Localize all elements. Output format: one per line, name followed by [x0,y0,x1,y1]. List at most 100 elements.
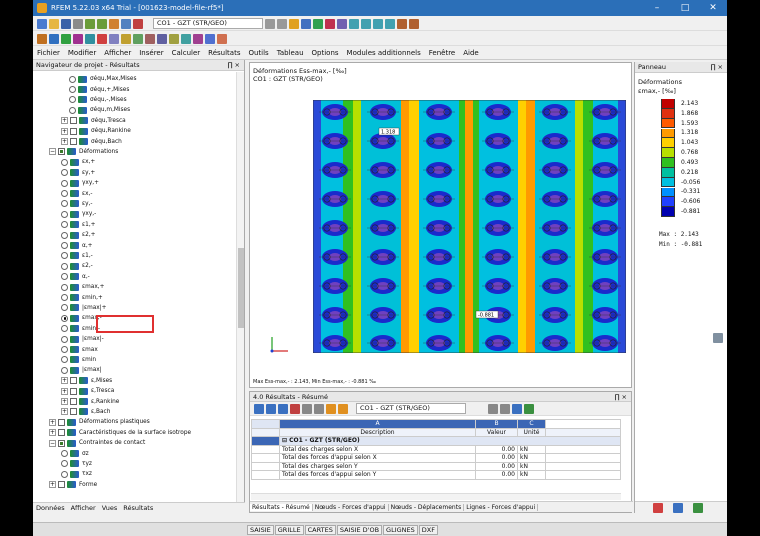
radio-button[interactable] [61,273,68,281]
display-icon[interactable] [133,18,143,29]
values-icon[interactable] [301,18,311,29]
table-row[interactable]: Total des charges selon Y 0.00 kN [251,461,621,471]
calculate-icon[interactable] [109,18,119,29]
checkbox[interactable] [58,429,65,437]
radio-button[interactable] [61,335,68,343]
menu-window[interactable]: Fenêtre [429,49,455,57]
comment-icon[interactable] [181,33,191,44]
panel-colors-icon[interactable] [653,502,663,513]
radio-button[interactable] [61,450,68,458]
undo-icon[interactable] [85,18,95,29]
panel-filter-icon[interactable] [693,502,703,513]
tree-item[interactable]: τyz [61,459,92,469]
save-icon[interactable] [61,18,71,29]
load-icon[interactable] [97,33,107,44]
snap-icon[interactable] [157,33,167,44]
next-table-icon[interactable] [314,403,324,414]
redo-icon[interactable] [97,18,107,29]
tree-item[interactable]: + σéqu,Tresca [61,116,126,126]
close-icon[interactable]: ✕ [699,0,727,16]
radio-button[interactable] [69,106,76,114]
results-excel-icon[interactable] [524,403,534,414]
tree-item[interactable]: εmin [61,355,96,365]
tab-results[interactable]: Résultats [123,504,153,512]
menu-help[interactable]: Aide [463,49,478,57]
tree-item[interactable]: ε1,+ [61,220,96,230]
radio-button[interactable] [61,304,68,312]
checkbox[interactable] [70,117,77,125]
status-dxf[interactable]: DXF [418,524,438,535]
menu-view[interactable]: Afficher [104,49,131,57]
radio-button[interactable] [69,75,76,83]
color-scale-icon[interactable] [326,403,336,414]
hinge-icon[interactable] [121,33,131,44]
radio-button[interactable] [61,158,68,166]
menu-options[interactable]: Options [312,49,339,57]
tree-item[interactable]: − Déformations [49,147,118,157]
radio-button[interactable] [61,366,68,374]
print-icon[interactable] [73,18,83,29]
table-row[interactable]: Total des forces d'appui selon X 0.00 kN [251,453,621,463]
tab-lines-support-forces[interactable]: Lignes - Forces d'appui [464,503,539,511]
pin-icon[interactable]: ∏ × [228,60,240,71]
tree-item[interactable]: + ε,Bach [61,407,110,417]
panel-pin-icon[interactable]: ∏ × [711,62,723,73]
table-row[interactable]: Total des forces d'appui selon Y 0.00 kN [251,470,621,480]
radio-button[interactable] [61,346,68,354]
tree-item[interactable]: + ε,Tresca [61,386,114,396]
line-icon[interactable] [49,33,59,44]
previous-loadcase-icon[interactable] [265,18,275,29]
model-view[interactable]: Déformations Ess-max,- [‰] CO1 : GZT (ST… [249,62,632,388]
radio-button[interactable] [61,169,68,177]
radio-button[interactable] [61,200,68,208]
tree-item[interactable]: εmax,+ [61,282,104,292]
tree-item[interactable]: |εmax|+ [61,303,107,313]
relations-icon[interactable] [338,403,348,414]
expand-icon[interactable]: + [61,377,68,385]
view-x-icon[interactable] [349,18,359,29]
loadcase-select[interactable]: CO1 - GZT (STR/GEO) [153,18,263,29]
next-loadcase-icon[interactable] [277,18,287,29]
tree-item[interactable]: σéqu,+,Mises [69,84,129,94]
tree-item[interactable]: + ε,Rankine [61,396,119,406]
deformation-icon[interactable] [313,18,323,29]
open-folder-icon[interactable] [49,18,59,29]
status-grid[interactable]: GRILLE [274,524,304,535]
tree-item[interactable]: σéqu,m,Mises [69,105,130,115]
tree-item[interactable]: + Forme [49,480,97,490]
tab-nodes-support-forces[interactable]: Nœuds - Forces d'appui [313,503,389,511]
panel-factors-icon[interactable] [673,502,683,513]
graph-icon[interactable] [290,403,300,414]
results-prev-icon[interactable] [488,403,498,414]
results-settings-icon[interactable] [512,403,522,414]
navigator-scrollbar[interactable] [236,72,244,502]
checkbox[interactable] [70,138,77,146]
menu-table[interactable]: Tableau [277,49,304,57]
zoom-all-icon[interactable] [409,18,419,29]
status-snap[interactable]: SAISIE [247,524,274,535]
export-icon[interactable] [278,403,288,414]
new-file-icon[interactable] [37,18,47,29]
view-y-icon[interactable] [361,18,371,29]
tree-item[interactable]: τxz [61,469,92,479]
tree-item[interactable]: εy,+ [61,168,95,178]
menu-insert[interactable]: Insérer [139,49,163,57]
expand-icon[interactable]: + [49,418,56,426]
view-z-icon[interactable] [373,18,383,29]
zoom-icon[interactable] [397,18,407,29]
tree-item[interactable]: α,+ [61,240,93,250]
radio-button[interactable] [61,210,68,218]
tree-item[interactable]: + ε,Mises [61,376,112,386]
tree-item[interactable]: ε1,- [61,251,93,261]
checkbox[interactable] [58,439,65,447]
results-close-icon[interactable]: ∏ × [615,392,627,402]
deformation-contour-plot[interactable]: 1.318 -0.881 [313,100,626,353]
tab-nodes-displacements[interactable]: Nœuds - Déplacements [389,503,465,511]
radio-button[interactable] [61,325,68,333]
tree-item[interactable]: εy,- [61,199,93,209]
expand-icon[interactable]: + [61,408,68,416]
radio-button[interactable] [61,294,68,302]
dimension-icon[interactable] [169,33,179,44]
radio-button[interactable] [61,252,68,260]
table-row[interactable]: Total des charges selon X 0.00 kN [251,444,621,454]
